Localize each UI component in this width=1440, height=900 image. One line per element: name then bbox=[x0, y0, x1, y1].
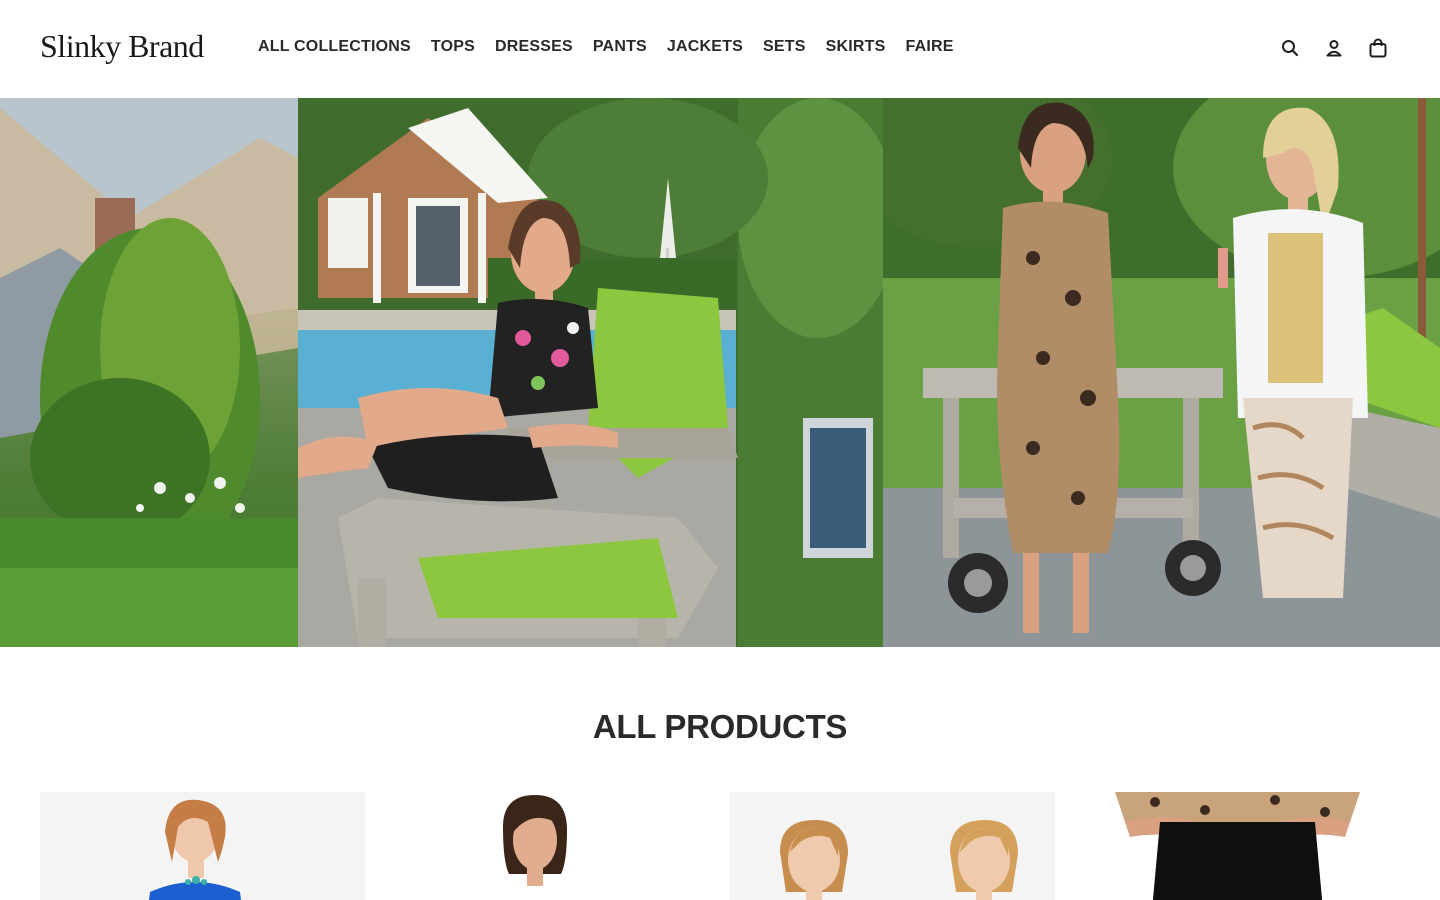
nav-item-jackets[interactable]: JACKETS bbox=[667, 38, 743, 56]
cart-icon[interactable] bbox=[1368, 38, 1388, 58]
two-women-with-wine-photo bbox=[883, 98, 1440, 647]
woman-blue-top-photo bbox=[40, 792, 365, 900]
nav-item-all-collections[interactable]: ALL COLLECTIONS bbox=[258, 38, 411, 56]
nav-item-faire[interactable]: FAIRE bbox=[905, 38, 953, 56]
main-nav: ALL COLLECTIONS TOPS DRESSES PANTS JACKE… bbox=[258, 38, 954, 56]
black-pants-leopard-top-photo bbox=[1075, 792, 1400, 900]
two-women-photo bbox=[730, 792, 1055, 900]
site-header: Slinky Brand ALL COLLECTIONS TOPS DRESSE… bbox=[0, 0, 1440, 98]
account-icon[interactable] bbox=[1324, 38, 1344, 58]
product-card[interactable] bbox=[385, 792, 710, 900]
product-card[interactable] bbox=[1075, 792, 1400, 900]
woman-in-lime-chair-photo bbox=[298, 98, 883, 647]
header-icons bbox=[1280, 38, 1388, 58]
hero-banner bbox=[0, 98, 1440, 647]
product-card[interactable] bbox=[40, 792, 365, 900]
woman-dark-hair-photo bbox=[385, 792, 710, 900]
nav-item-sets[interactable]: SETS bbox=[763, 38, 806, 56]
nav-item-pants[interactable]: PANTS bbox=[593, 38, 647, 56]
brand-logo[interactable]: Slinky Brand bbox=[40, 28, 204, 65]
search-icon[interactable] bbox=[1280, 38, 1300, 58]
nav-item-dresses[interactable]: DRESSES bbox=[495, 38, 573, 56]
house-garden-photo bbox=[0, 98, 298, 647]
product-card[interactable] bbox=[730, 792, 1055, 900]
section-title-all-products: ALL PRODUCTS bbox=[592, 708, 848, 745]
nav-item-tops[interactable]: TOPS bbox=[431, 38, 475, 56]
product-grid bbox=[40, 792, 1400, 900]
nav-item-skirts[interactable]: SKIRTS bbox=[826, 38, 886, 56]
